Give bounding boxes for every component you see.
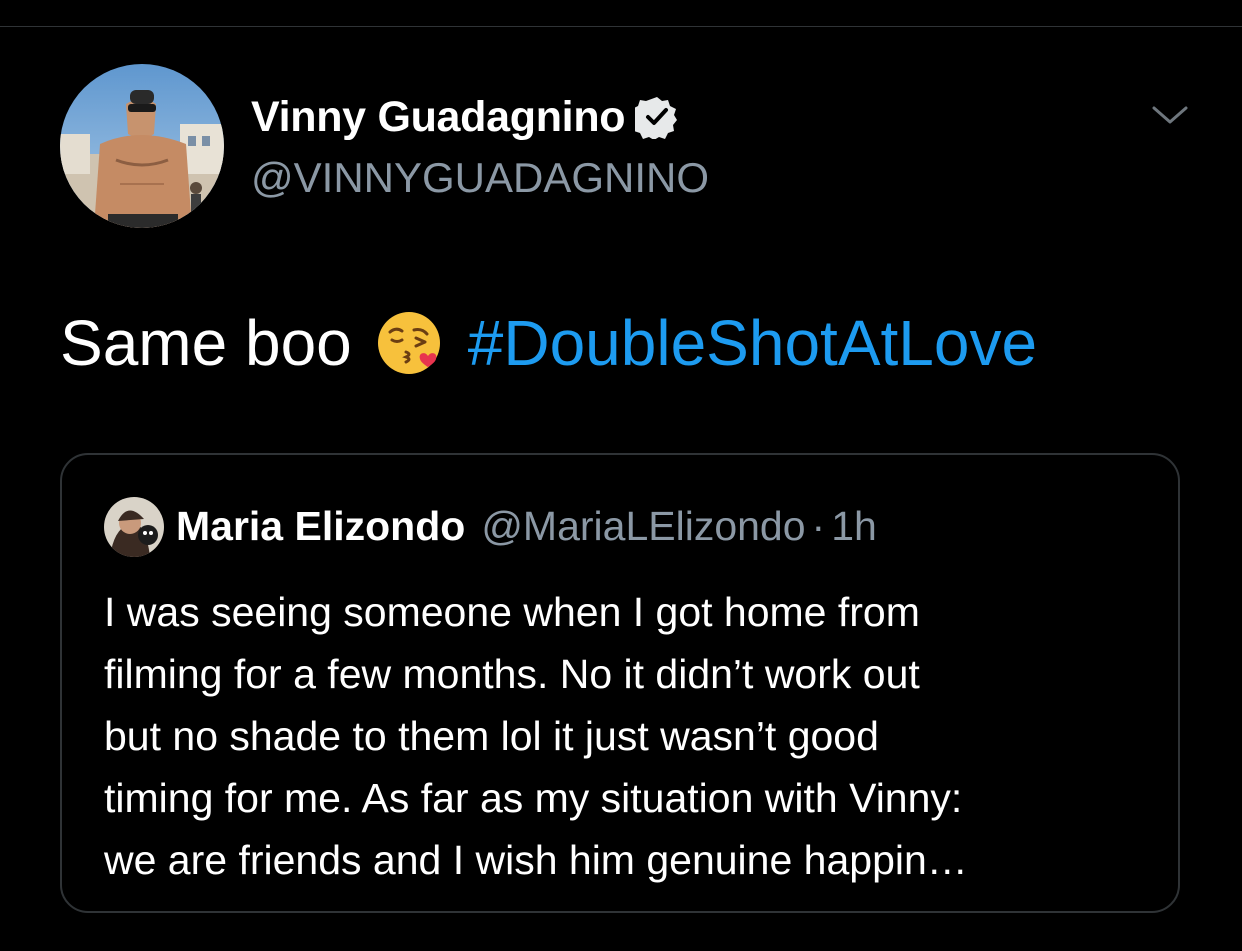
top-divider bbox=[0, 26, 1242, 27]
tweet-text-body: Same boo bbox=[60, 307, 352, 379]
kissing-face-with-heart-emoji-icon bbox=[376, 310, 442, 376]
tweet-text: Same boo #DoubleShotAtLove bbox=[60, 300, 1037, 386]
quoted-tweet-line: we are friends and I wish him genuine ha… bbox=[104, 837, 968, 883]
author-name-row: Vinny Guadagnino bbox=[251, 92, 679, 142]
author-avatar[interactable] bbox=[60, 64, 224, 228]
chevron-down-icon[interactable] bbox=[1150, 100, 1190, 130]
quoted-tweet-card[interactable]: Maria Elizondo @MariaLElizondo · 1h I wa… bbox=[60, 453, 1180, 913]
quoted-author-handle[interactable]: @MariaLElizondo bbox=[481, 503, 805, 550]
author-display-name[interactable]: Vinny Guadagnino bbox=[251, 93, 626, 142]
hashtag-link[interactable]: #DoubleShotAtLove bbox=[468, 306, 1037, 380]
author-avatar-photo bbox=[60, 64, 224, 228]
quoted-tweet-line: filming for a few months. No it didn’t w… bbox=[104, 651, 920, 697]
quoted-tweet-line: timing for me. As far as my situation wi… bbox=[104, 775, 963, 821]
quoted-author-avatar-photo bbox=[104, 497, 164, 557]
quoted-tweet-text: I was seeing someone when I got home fro… bbox=[104, 581, 1154, 891]
quoted-tweet-timestamp[interactable]: 1h bbox=[831, 503, 877, 550]
author-handle[interactable]: @VINNYGUADAGNINO bbox=[251, 154, 709, 202]
verified-badge-icon bbox=[631, 95, 679, 140]
quoted-tweet-line: I was seeing someone when I got home fro… bbox=[104, 589, 920, 635]
quoted-author-name[interactable]: Maria Elizondo bbox=[176, 503, 465, 550]
quoted-tweet-header: Maria Elizondo @MariaLElizondo · 1h bbox=[176, 501, 877, 551]
header-separator: · bbox=[811, 502, 826, 549]
quoted-author-avatar[interactable] bbox=[104, 497, 164, 557]
quoted-tweet-line: but no shade to them lol it just wasn’t … bbox=[104, 713, 879, 759]
